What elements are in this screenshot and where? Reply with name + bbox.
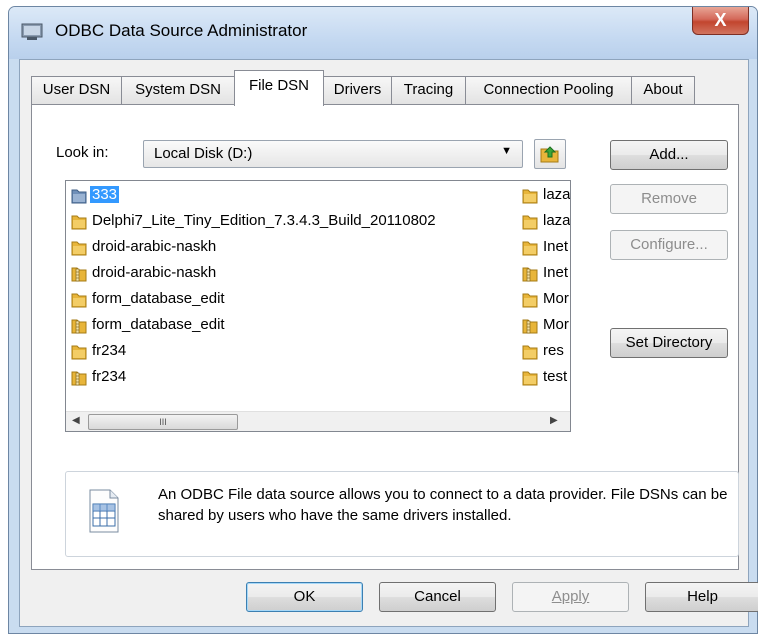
dialog-client: User DSN System DSN File DSN Drivers Tra…: [19, 59, 758, 627]
tab-about[interactable]: About: [631, 76, 695, 104]
cancel-button[interactable]: Cancel: [379, 582, 496, 612]
tab-system-dsn[interactable]: System DSN: [121, 76, 235, 104]
tab-drivers[interactable]: Drivers: [323, 76, 392, 104]
apply-button[interactable]: Apply: [512, 582, 629, 612]
close-button[interactable]: X: [692, 7, 749, 35]
help-button[interactable]: Help: [645, 582, 758, 612]
odbc-app-icon: [21, 23, 43, 40]
title-bar[interactable]: ODBC Data Source Administrator X: [9, 7, 757, 59]
tab-tracing[interactable]: Tracing: [391, 76, 466, 104]
window-title: ODBC Data Source Administrator: [55, 21, 308, 40]
tab-file-dsn[interactable]: File DSN: [234, 70, 324, 106]
tab-user-dsn[interactable]: User DSN: [31, 76, 122, 104]
ok-button[interactable]: OK: [246, 582, 363, 612]
file-dsn-panel: [31, 104, 739, 570]
odbc-window: ODBC Data Source Administrator X User DS…: [8, 6, 758, 634]
tab-connection-pooling[interactable]: Connection Pooling: [465, 76, 632, 104]
